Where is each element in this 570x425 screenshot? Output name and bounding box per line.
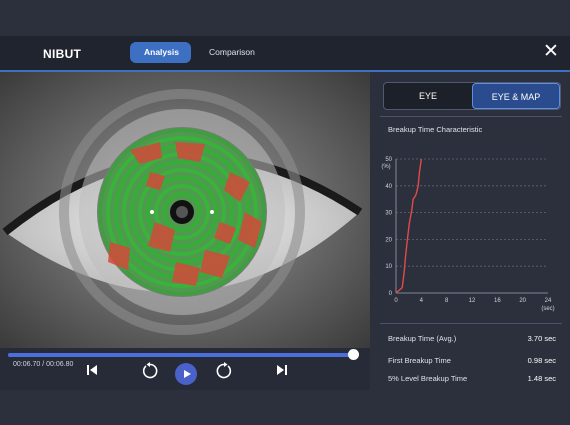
view-toggle: EYE EYE & MAP — [383, 82, 561, 110]
toggle-eye[interactable]: EYE — [384, 83, 472, 109]
time-separator: / — [42, 361, 45, 368]
stat-value: 3.70 sec — [527, 334, 556, 343]
player-controls: 00:06.70 / 00:06.80 — [0, 348, 370, 390]
current-time: 00:06.70 — [13, 361, 41, 368]
header-bar: NIBUT Analysis Comparison ✕ — [0, 36, 570, 72]
y-tick-label: 50 — [385, 157, 392, 163]
y-tick-label: 20 — [385, 237, 392, 243]
top-band — [0, 0, 570, 36]
stat-label: 5% Level Breakup Time — [388, 374, 468, 383]
x-tick-label: 12 — [469, 298, 476, 304]
y-tick-label: 10 — [385, 264, 392, 270]
total-time: 00:06.80 — [46, 361, 74, 368]
divider — [380, 323, 562, 324]
y-axis-label: (%) — [381, 164, 390, 170]
rewind-icon[interactable] — [141, 362, 159, 380]
time-readout: 00:06.70 / 00:06.80 — [13, 361, 73, 368]
forward-icon[interactable] — [215, 362, 233, 380]
x-tick-label: 24 — [545, 298, 552, 304]
progress-fill — [8, 353, 353, 357]
y-tick-label: 40 — [385, 184, 392, 190]
x-tick-label: 8 — [445, 298, 449, 304]
right-panel: EYE EYE & MAP Breakup Time Characteristi… — [372, 72, 570, 390]
y-tick-label: 30 — [385, 211, 392, 217]
series-line — [395, 158, 423, 294]
stat-value: 0.98 sec — [527, 356, 556, 365]
chart-title: Breakup Time Characteristic — [388, 125, 483, 134]
toggle-eye-map[interactable]: EYE & MAP — [472, 83, 560, 109]
x-tick-label: 20 — [519, 298, 526, 304]
x-tick-label: 4 — [420, 298, 424, 304]
x-tick-label: 0 — [394, 298, 398, 304]
y-tick-label: 0 — [389, 291, 393, 297]
progress-knob[interactable] — [347, 349, 359, 360]
skip-start-icon[interactable] — [86, 364, 98, 376]
x-tick-label: 16 — [494, 298, 501, 304]
breakup-time-chart: 0 10 20 30 40 50 0 4 8 12 16 20 24 (%) (sec) — [381, 157, 554, 312]
skip-end-icon[interactable] — [276, 364, 288, 376]
progress-bar[interactable] — [8, 349, 359, 360]
page-title: NIBUT — [43, 47, 82, 61]
eye-image — [0, 72, 370, 348]
x-axis-label: (sec) — [541, 306, 554, 312]
stat-value: 1.48 sec — [527, 374, 556, 383]
stat-label: Breakup Time (Avg.) — [388, 334, 457, 343]
tab-analysis[interactable]: Analysis — [130, 42, 191, 63]
stat-label: First Breakup Time — [388, 356, 451, 365]
close-icon[interactable]: ✕ — [541, 42, 561, 62]
play-button[interactable] — [175, 363, 197, 385]
eye-image-viewer — [0, 72, 370, 348]
tab-comparison[interactable]: Comparison — [195, 42, 269, 63]
divider — [380, 116, 562, 117]
